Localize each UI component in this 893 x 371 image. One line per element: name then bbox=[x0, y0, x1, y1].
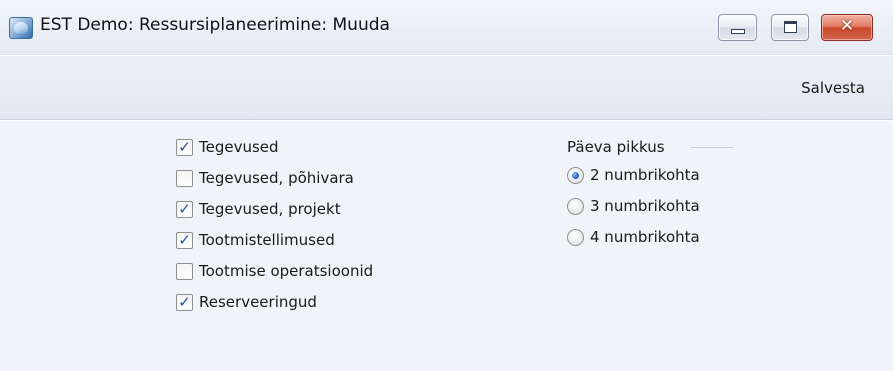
checkmark-icon: ✓ bbox=[178, 293, 191, 311]
minimize-button[interactable] bbox=[718, 14, 757, 41]
title-bar: EST Demo: Ressursiplaneerimine: Muuda ✕ bbox=[0, 0, 893, 55]
checkmark-icon: ✓ bbox=[178, 231, 191, 249]
app-logo-icon[interactable] bbox=[9, 17, 33, 39]
minimize-icon bbox=[731, 29, 745, 34]
toolbar: Salvesta bbox=[0, 56, 893, 120]
radio-label: 2 numbrikohta bbox=[590, 166, 700, 184]
group-divider bbox=[691, 147, 733, 148]
window-title: EST Demo: Ressursiplaneerimine: Muuda bbox=[40, 15, 390, 35]
day-length-title: Päeva pikkus bbox=[567, 137, 733, 165]
close-icon: ✕ bbox=[839, 16, 855, 36]
checkbox-label: Tegevused, projekt bbox=[199, 200, 341, 218]
settings-panel: ✓ Tegevused ✓ Tegevused, põhivara ✓ Tege… bbox=[0, 121, 893, 371]
radio-label: 3 numbrikohta bbox=[590, 197, 700, 215]
checkbox-box[interactable]: ✓ bbox=[176, 200, 193, 218]
checkbox-label: Tegevused, põhivara bbox=[199, 169, 354, 187]
day-length-group: Päeva pikkus 2 numbrikohta 3 numbrikohta… bbox=[567, 137, 733, 258]
checkbox-box[interactable]: ✓ bbox=[176, 293, 193, 311]
checkmark-icon: ✓ bbox=[178, 138, 191, 156]
checkbox-label: Tootmistellimused bbox=[199, 231, 335, 249]
close-button[interactable]: ✕ bbox=[821, 14, 873, 41]
checkbox-box[interactable]: ✓ bbox=[176, 231, 193, 249]
radio-button[interactable] bbox=[567, 198, 584, 215]
checkbox-tegevused-pohivara[interactable]: ✓ Tegevused, põhivara bbox=[176, 168, 373, 199]
checkbox-tegevused-projekt[interactable]: ✓ Tegevused, projekt bbox=[176, 199, 373, 230]
maximize-icon bbox=[784, 21, 797, 33]
item-type-checkboxes: ✓ Tegevused ✓ Tegevused, põhivara ✓ Tege… bbox=[176, 137, 373, 323]
maximize-button[interactable] bbox=[771, 14, 809, 41]
checkbox-box[interactable]: ✓ bbox=[176, 263, 193, 280]
group-title-label: Päeva pikkus bbox=[567, 138, 665, 156]
checkbox-label: Tegevused bbox=[199, 138, 279, 156]
checkbox-box[interactable]: ✓ bbox=[176, 170, 193, 187]
radio-day-length-3[interactable]: 3 numbrikohta bbox=[567, 196, 700, 227]
radio-day-length-2[interactable]: 2 numbrikohta bbox=[567, 165, 700, 196]
checkbox-label: Reserveeringud bbox=[199, 293, 317, 311]
checkbox-tegevused[interactable]: ✓ Tegevused bbox=[176, 137, 373, 168]
checkbox-tootmistellimused[interactable]: ✓ Tootmistellimused bbox=[176, 230, 373, 261]
checkbox-label: Tootmise operatsioonid bbox=[199, 262, 374, 280]
save-button[interactable]: Salvesta bbox=[801, 79, 865, 97]
radio-label: 4 numbrikohta bbox=[590, 228, 700, 246]
radio-day-length-4[interactable]: 4 numbrikohta bbox=[567, 227, 700, 258]
checkmark-icon: ✓ bbox=[178, 200, 191, 218]
checkbox-box[interactable]: ✓ bbox=[176, 138, 193, 156]
radio-button[interactable] bbox=[567, 229, 584, 246]
radio-button[interactable] bbox=[567, 167, 584, 184]
checkbox-tootmise-operatsioonid[interactable]: ✓ Tootmise operatsioonid bbox=[176, 261, 373, 292]
checkbox-reserveeringud[interactable]: ✓ Reserveeringud bbox=[176, 292, 373, 323]
radio-dot-icon bbox=[572, 172, 579, 179]
